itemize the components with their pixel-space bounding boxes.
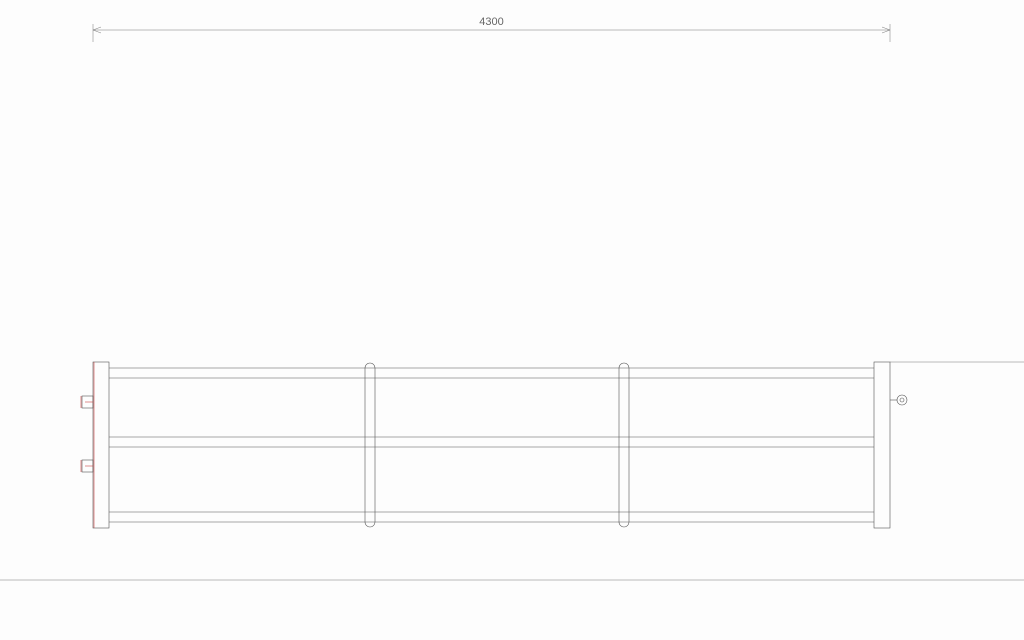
dimension-width-label: 4300 (479, 16, 503, 28)
latch-ring (897, 395, 907, 405)
